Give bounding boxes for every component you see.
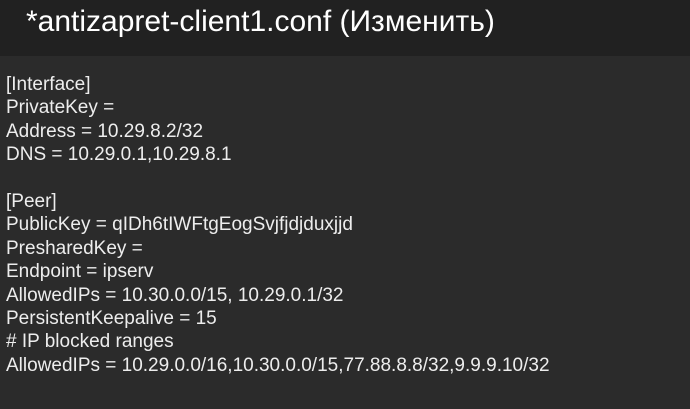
code-line[interactable]: PrivateKey = — [6, 96, 686, 119]
editor-text-area[interactable]: [Interface] PrivateKey = Address = 10.29… — [0, 56, 690, 409]
code-line[interactable]: AllowedIPs = 10.29.0.0/16,10.30.0.0/15,7… — [6, 354, 686, 377]
code-line[interactable]: AllowedIPs = 10.30.0.0/15, 10.29.0.1/32 — [6, 284, 686, 307]
code-line[interactable]: Endpoint = ipserv — [6, 260, 686, 283]
code-line[interactable]: PublicKey = qIDh6tIWFtgEogSvjfjdjduxjjd — [6, 213, 686, 236]
code-line[interactable]: PersistentKeepalive = 15 — [6, 307, 686, 330]
code-line[interactable]: [Peer] — [6, 190, 686, 213]
code-line[interactable]: [Interface] — [6, 73, 686, 96]
file-title: *antizapret-client1.conf (Изменить) — [26, 5, 495, 38]
code-line[interactable] — [6, 167, 686, 190]
code-line[interactable]: DNS = 10.29.0.1,10.29.8.1 — [6, 143, 686, 166]
title-bar: *antizapret-client1.conf (Изменить) — [0, 0, 690, 56]
code-line[interactable]: Address = 10.29.8.2/32 — [6, 120, 686, 143]
text-editor-app: *antizapret-client1.conf (Изменить) [Int… — [0, 0, 690, 409]
code-line[interactable]: PresharedKey = — [6, 237, 686, 260]
code-line[interactable]: # IP blocked ranges — [6, 330, 686, 353]
code-area[interactable]: [Interface] PrivateKey = Address = 10.29… — [6, 73, 686, 377]
